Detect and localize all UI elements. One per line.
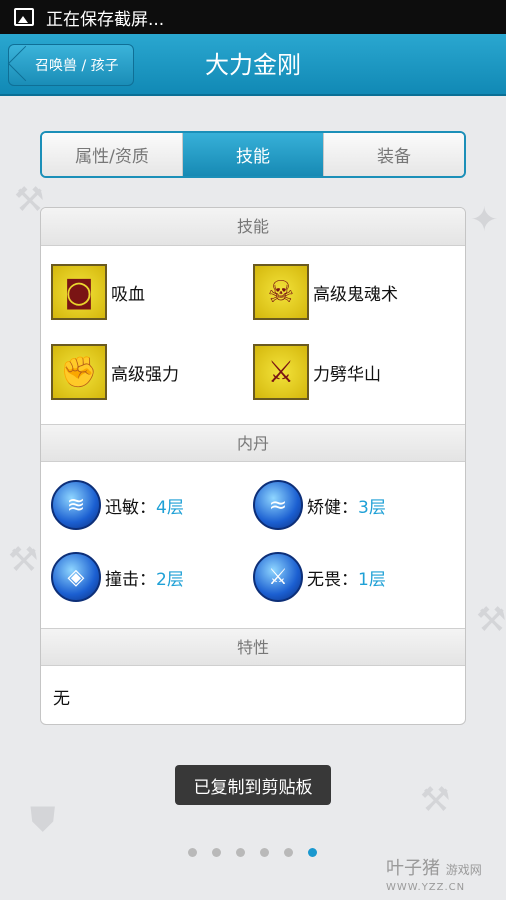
status-text: 正在保存截屏...	[46, 9, 165, 30]
page-indicator	[188, 848, 317, 857]
page-dot[interactable]	[284, 848, 293, 857]
tab-attributes[interactable]: 属性/资质	[42, 133, 183, 176]
neidan-list: ≋ 迅敏： 4层 ≈ 矫健： 3层 ◈ 撞击： 2层 ⚔ 无畏： 1层	[41, 462, 465, 628]
neidan-item[interactable]: ≋ 迅敏： 4层	[51, 480, 184, 530]
claw-orb-icon: ≋	[51, 480, 101, 530]
background-hammer-icon: ⚒	[476, 600, 506, 640]
skill-name: 力劈华山	[313, 364, 381, 385]
skills-list: ◙ 吸血 ☠ 高级鬼魂术 ✊ 高级强力 ⚔ 力劈华山	[41, 246, 465, 424]
page-dot[interactable]	[188, 848, 197, 857]
skill-item[interactable]: ☠ 高级鬼魂术	[253, 264, 398, 320]
neidan-item[interactable]: ⚔ 无畏： 1层	[253, 552, 386, 602]
neidan-name: 撞击：	[105, 569, 156, 590]
tab-bar: 属性/资质 技能 装备	[40, 131, 466, 178]
neidan-item[interactable]: ◈ 撞击： 2层	[51, 552, 184, 602]
mountain-split-icon: ⚔	[253, 344, 309, 400]
page-dot[interactable]	[236, 848, 245, 857]
section-title-neidan: 内丹	[41, 424, 465, 462]
background-hammer-icon: ⚒	[8, 540, 39, 580]
page-dot[interactable]	[260, 848, 269, 857]
background-sparkle-icon: ✦	[470, 200, 499, 240]
neidan-level: 3层	[358, 497, 386, 518]
skill-item[interactable]: ✊ 高级强力	[51, 344, 179, 400]
skill-name: 高级鬼魂术	[313, 284, 398, 305]
skill-item[interactable]: ◙ 吸血	[51, 264, 145, 320]
tab-skills[interactable]: 技能	[183, 133, 324, 176]
skill-name: 高级强力	[111, 364, 179, 385]
section-title-skills: 技能	[41, 208, 465, 246]
neidan-level: 4层	[156, 497, 184, 518]
status-bar: 正在保存截屏...	[0, 0, 506, 34]
target-orb-icon: ◈	[51, 552, 101, 602]
section-title-traits: 特性	[41, 628, 465, 666]
skill-name: 吸血	[111, 284, 145, 305]
neidan-item[interactable]: ≈ 矫健： 3层	[253, 480, 386, 530]
tab-equipment[interactable]: 装备	[324, 133, 464, 176]
traits-value: 无	[53, 688, 70, 709]
background-hammer-icon: ⚒	[420, 780, 451, 820]
skill-item[interactable]: ⚔ 力劈华山	[253, 344, 381, 400]
neidan-level: 1层	[358, 569, 386, 590]
neidan-level: 2层	[156, 569, 184, 590]
page-dot[interactable]	[308, 848, 317, 857]
skills-panel: 技能 ◙ 吸血 ☠ 高级鬼魂术 ✊ 高级强力 ⚔ 力劈华山 内丹 ≋ 迅敏： 4…	[40, 207, 466, 725]
water-orb-icon: ≈	[253, 480, 303, 530]
background-shield-icon: ⛊	[30, 800, 56, 840]
toast-message: 已复制到剪贴板	[175, 765, 331, 805]
watermark-sub: 游戏网	[445, 863, 482, 877]
watermark-logo: 叶子猪 游戏网 WWW.YZZ.CN	[386, 854, 482, 893]
neidan-name: 迅敏：	[105, 497, 156, 518]
watermark-url: WWW.YZZ.CN	[386, 882, 466, 893]
weapon-orb-icon: ⚔	[253, 552, 303, 602]
back-button[interactable]: 召唤兽 / 孩子	[8, 44, 134, 86]
blood-suck-icon: ◙	[51, 264, 107, 320]
skeleton-icon: ☠	[253, 264, 309, 320]
header: 召唤兽 / 孩子 大力金刚	[0, 34, 506, 96]
neidan-name: 无畏：	[307, 569, 358, 590]
watermark-brand: 叶子猪	[386, 858, 440, 879]
screenshot-image-icon	[14, 8, 34, 26]
page-dot[interactable]	[212, 848, 221, 857]
neidan-name: 矫健：	[307, 497, 358, 518]
strength-icon: ✊	[51, 344, 107, 400]
